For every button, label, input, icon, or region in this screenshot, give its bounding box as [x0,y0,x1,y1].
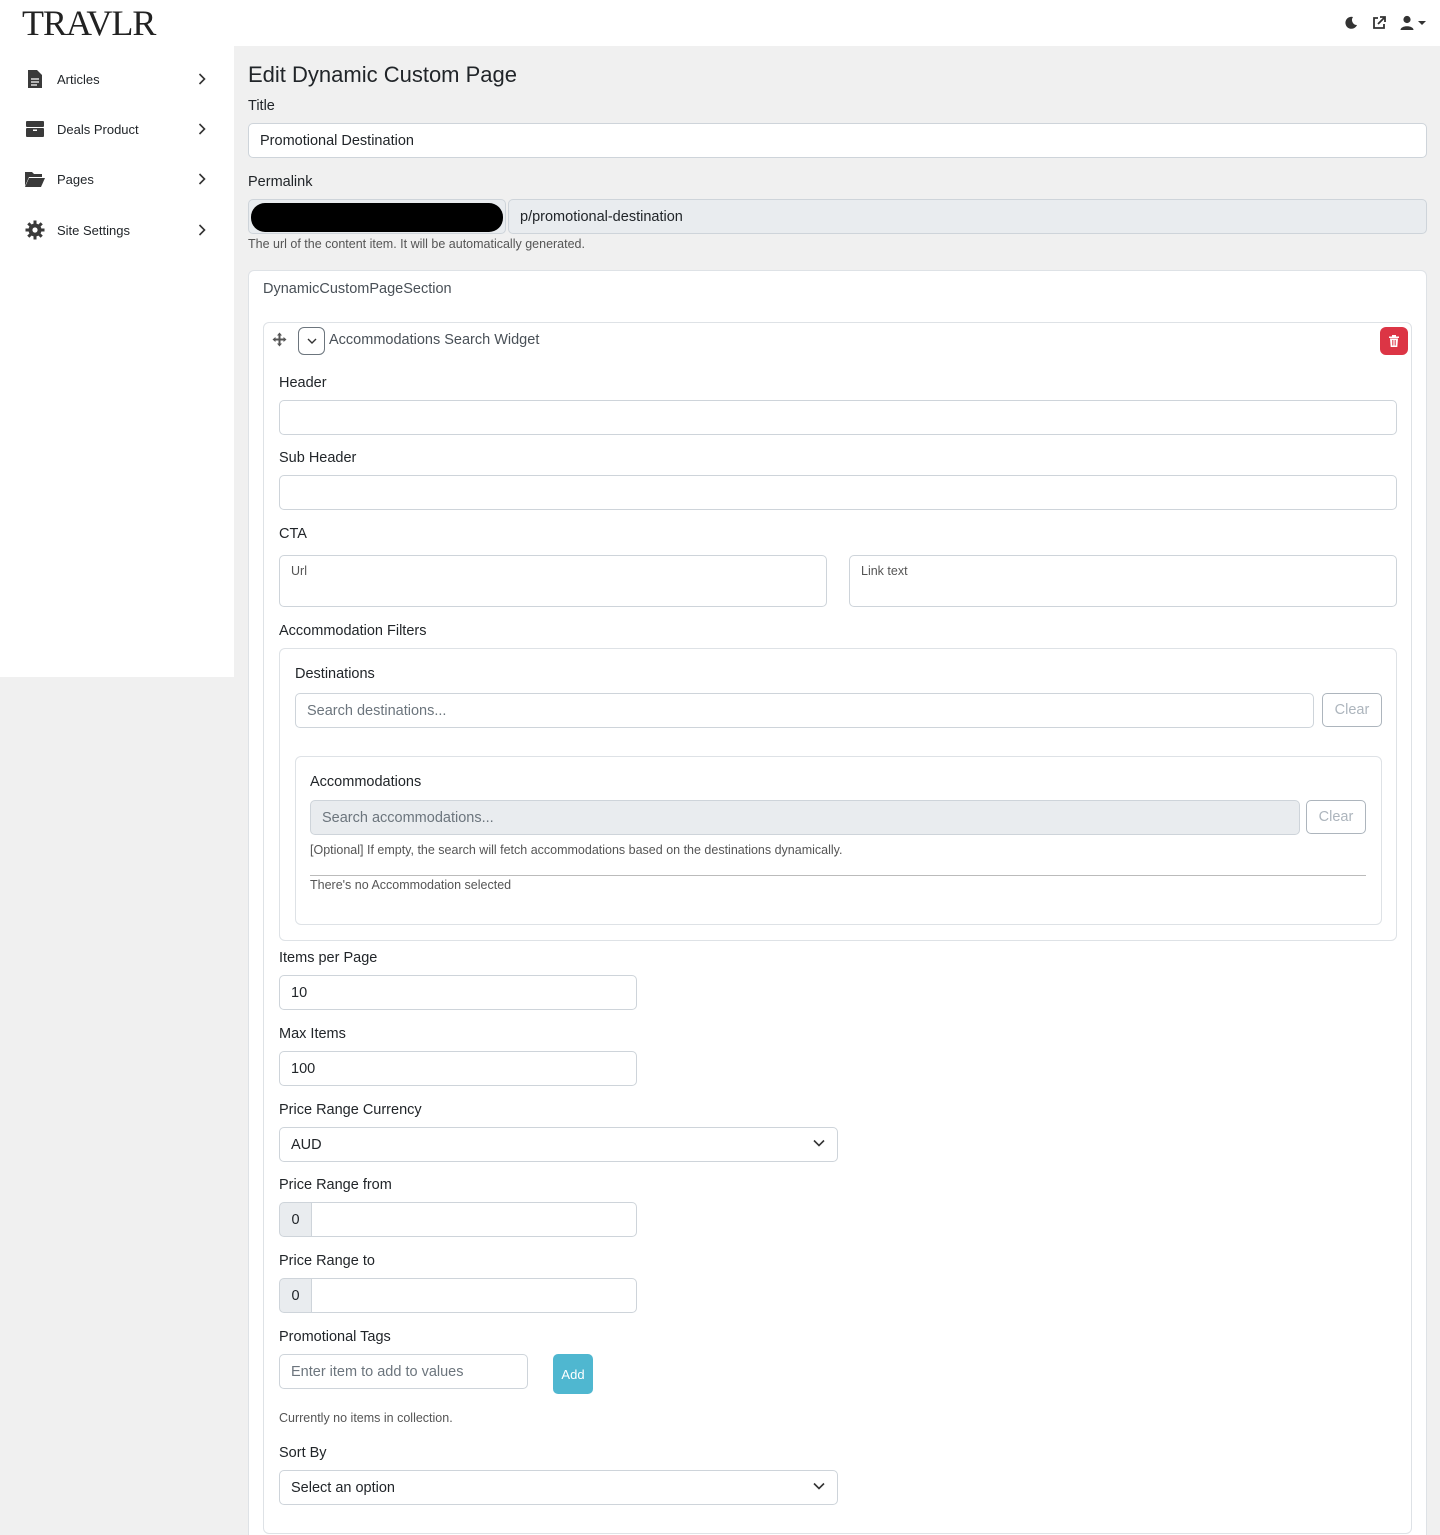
sort-value: Select an option [291,1479,395,1496]
accommodations-card: Accommodations Search accommodations... … [295,756,1382,925]
delete-widget-button[interactable] [1380,327,1408,355]
chevron-down-icon [813,1482,825,1490]
cta-url-label: Url [291,564,307,578]
accommodations-help: [Optional] If empty, the search will fet… [310,843,843,857]
currency-label: Price Range Currency [279,1102,422,1118]
user-menu[interactable] [1400,13,1426,33]
sidebar-item-pages[interactable]: Pages [0,154,234,204]
sidebar-item-articles[interactable]: Articles [0,54,234,104]
moon-icon[interactable] [1344,13,1358,33]
caret-down-icon [1418,21,1426,25]
section-card: DynamicCustomPageSection Accommodations … [248,270,1427,1535]
redacted-domain [251,203,503,232]
top-bar-actions [1344,13,1426,33]
filters-label: Accommodation Filters [279,623,427,639]
user-icon [1400,15,1414,30]
tags-empty-text: Currently no items in collection. [279,1411,453,1425]
title-input[interactable]: Promotional Destination [248,123,1427,158]
items-per-page-label: Items per Page [279,950,378,966]
destinations-search-input[interactable]: Search destinations... [295,693,1314,728]
subheader-label: Sub Header [279,450,357,466]
sort-label: Sort By [279,1445,327,1461]
widget-card: Accommodations Search Widget Header Sub … [263,322,1412,1534]
filters-card: Destinations Search destinations... Clea… [279,648,1397,941]
price-from-addon: 0 [279,1202,312,1237]
header-label: Header [279,375,327,391]
title-label: Title [248,98,275,114]
sidebar-item-label: Articles [57,71,100,87]
box-icon [24,118,46,140]
sidebar-item-label: Site Settings [57,222,130,238]
file-icon [24,68,46,90]
trash-icon [1389,335,1399,347]
top-bar: TRAVLR [0,0,1440,46]
max-items-label: Max Items [279,1026,346,1042]
permalink-prefix [248,199,506,234]
price-to-input[interactable] [312,1278,637,1313]
chevron-right-icon [195,122,209,136]
external-link-icon[interactable] [1372,13,1386,33]
collapse-toggle-button[interactable] [298,327,325,355]
divider [310,875,1366,876]
chevron-down-icon [813,1139,825,1147]
accommodations-label: Accommodations [310,774,422,790]
price-from-label: Price Range from [279,1177,392,1193]
cta-url-input[interactable]: Url [279,555,827,607]
chevron-right-icon [195,72,209,86]
cta-link-text-label: Link text [861,564,908,578]
price-to-addon: 0 [279,1278,312,1313]
header-input[interactable] [279,400,1397,435]
sidebar-item-deals-product[interactable]: Deals Product [0,104,234,154]
subheader-input[interactable] [279,475,1397,510]
sidebar: Articles Deals Product Pages Site Settin… [0,46,234,677]
folder-open-icon [24,168,46,190]
add-tag-button[interactable]: Add [553,1354,593,1394]
sidebar-item-label: Deals Product [57,121,139,137]
drag-handle-icon[interactable] [272,332,287,351]
widget-title: Accommodations Search Widget [329,332,540,348]
tags-input[interactable]: Enter item to add to values [279,1354,528,1389]
sort-select[interactable]: Select an option [279,1470,838,1505]
sidebar-item-site-settings[interactable]: Site Settings [0,205,234,255]
gear-icon [24,219,46,241]
permalink-help: The url of the content item. It will be … [248,237,585,251]
cta-label: CTA [279,526,307,542]
sidebar-item-label: Pages [57,171,94,187]
accommodations-empty-text: There's no Accommodation selected [310,878,512,892]
destinations-clear-button[interactable]: Clear [1322,693,1382,727]
permalink-input[interactable]: p/promotional-destination [508,199,1427,234]
accommodations-clear-button[interactable]: Clear [1306,800,1366,834]
price-to-label: Price Range to [279,1253,375,1269]
destinations-label: Destinations [295,666,375,682]
tags-label: Promotional Tags [279,1329,391,1345]
chevron-right-icon [195,223,209,237]
max-items-input[interactable]: 100 [279,1051,637,1086]
accommodations-search-input[interactable]: Search accommodations... [310,800,1300,835]
price-from-input[interactable] [312,1202,637,1237]
page-title: Edit Dynamic Custom Page [248,62,517,87]
logo: TRAVLR [22,3,156,43]
currency-select[interactable]: AUD [279,1127,838,1162]
cta-link-text-input[interactable]: Link text [849,555,1397,607]
currency-value: AUD [291,1136,322,1153]
items-per-page-input[interactable]: 10 [279,975,637,1010]
chevron-down-icon [307,338,316,344]
chevron-right-icon [195,172,209,186]
section-title: DynamicCustomPageSection [263,281,452,297]
permalink-label: Permalink [248,174,313,190]
